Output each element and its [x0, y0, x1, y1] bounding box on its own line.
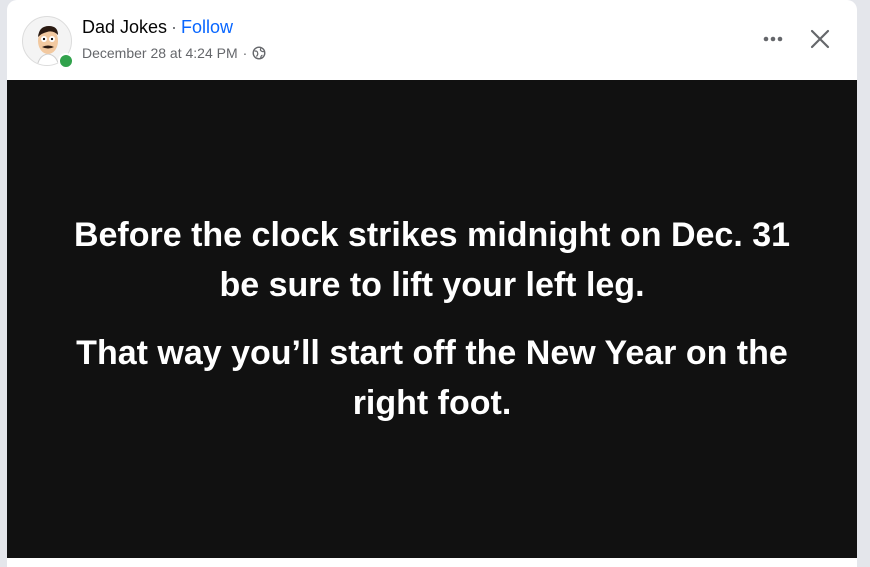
post-meta: December 28 at 4:24 PM · — [82, 45, 266, 61]
more-options-button[interactable] — [755, 24, 791, 54]
online-status-dot — [58, 53, 74, 69]
author-name[interactable]: Dad Jokes — [82, 17, 167, 37]
image-text-paragraph-2: That way you’ll start off the New Year o… — [76, 334, 788, 422]
name-separator: · — [171, 17, 178, 37]
post-header: Dad Jokes · Follow December 28 at 4:24 PM … — [7, 0, 857, 80]
image-text-paragraph-1: Before the clock strikes midnight on Dec… — [73, 216, 791, 304]
author-line: Dad Jokes · Follow — [82, 17, 233, 38]
follow-button[interactable]: Follow — [181, 17, 233, 37]
post-card: Dad Jokes · Follow December 28 at 4:24 PM … — [7, 0, 857, 567]
post-timestamp[interactable]: December 28 at 4:24 PM — [82, 45, 238, 61]
close-button[interactable] — [803, 22, 837, 56]
more-options-icon — [763, 36, 783, 42]
close-icon — [810, 29, 830, 49]
globe-icon[interactable] — [252, 46, 266, 60]
post-image[interactable]: Before the clock strikes midnight on Dec… — [7, 80, 857, 558]
meta-separator: · — [242, 45, 248, 61]
